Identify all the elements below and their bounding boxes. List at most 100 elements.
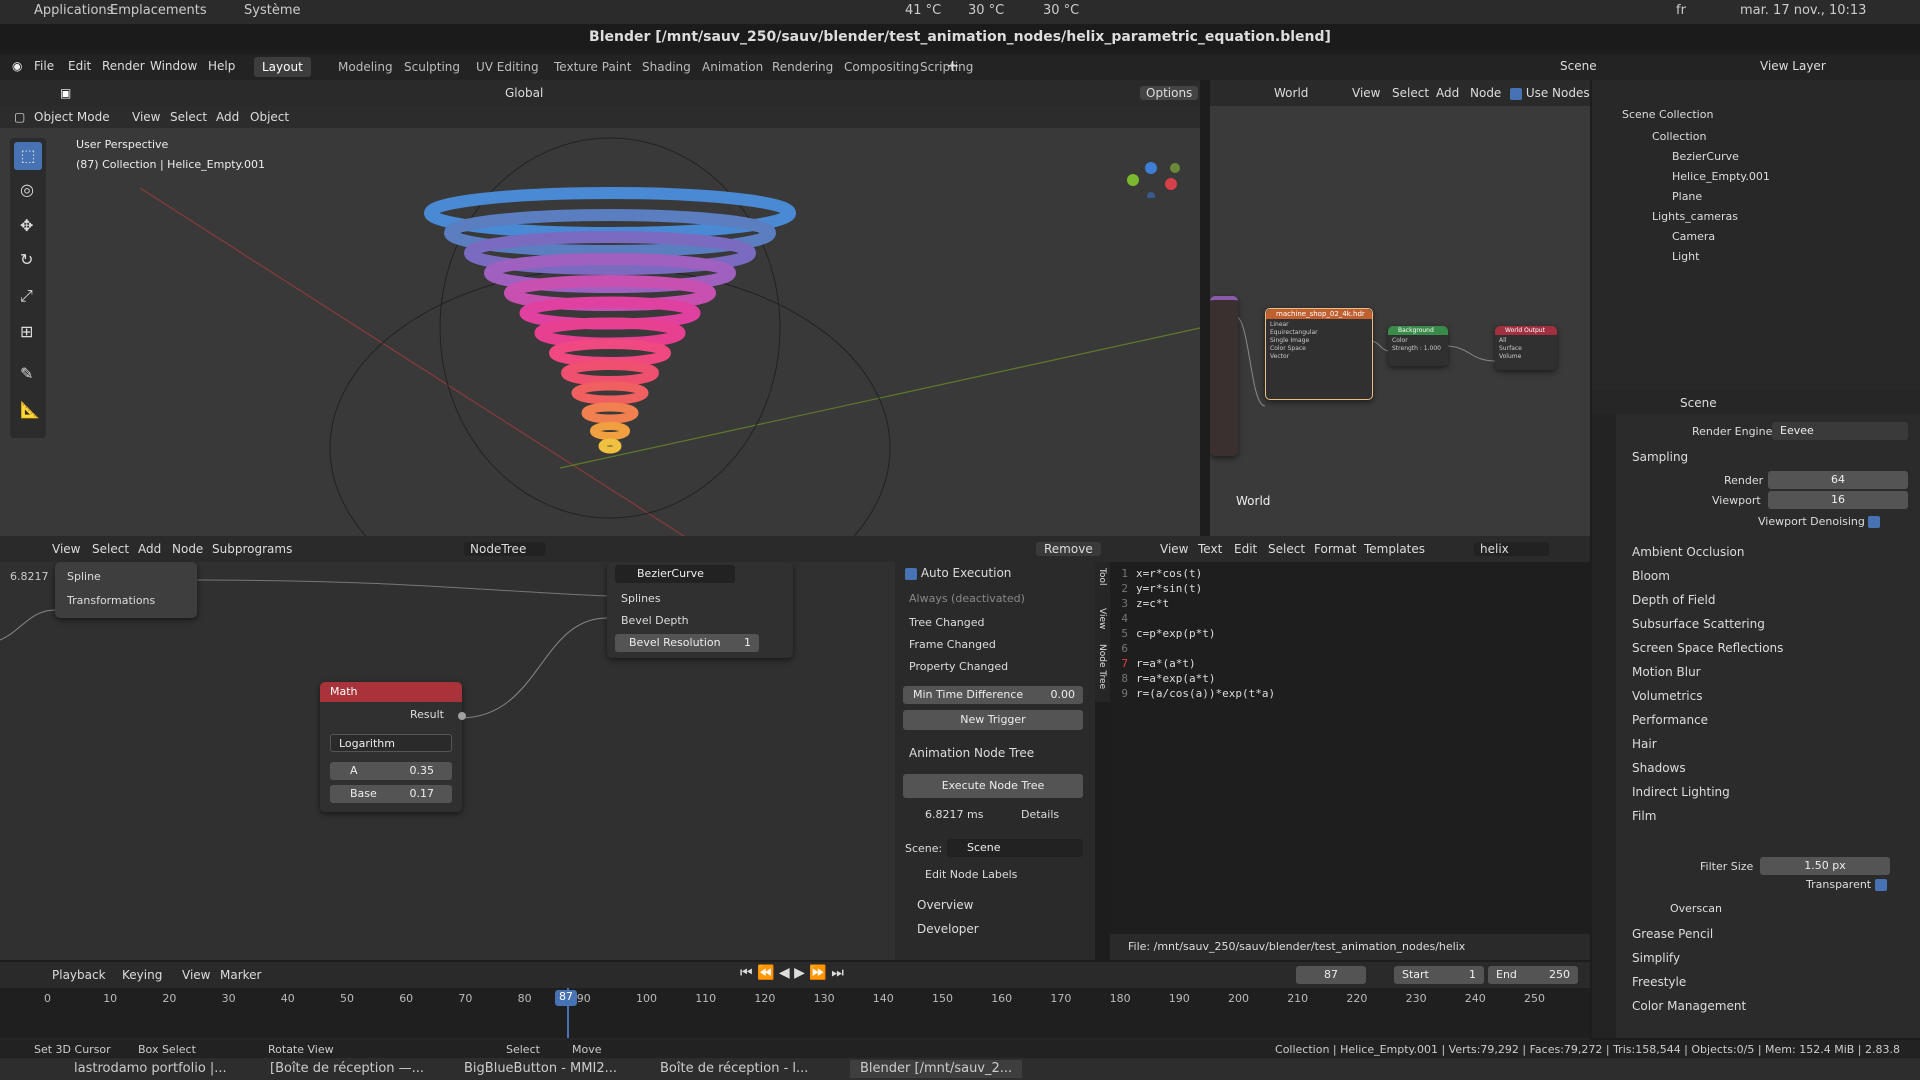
transform-tool-icon[interactable]: ⊞ xyxy=(20,322,33,341)
text-menu-text[interactable]: Text xyxy=(1198,542,1222,556)
environment-texture-node[interactable]: machine_shop_02_4k.hdr Linear Equirectan… xyxy=(1265,308,1373,400)
outliner-item-helice-empty[interactable]: Helice_Empty.001 xyxy=(1672,170,1770,183)
object-mode-dropdown[interactable]: Object Mode xyxy=(34,110,110,124)
menu-edit[interactable]: Edit xyxy=(68,59,91,73)
menu-window[interactable]: Window xyxy=(150,59,197,73)
edit-node-labels-toggle[interactable]: Edit Node Labels xyxy=(925,868,1017,881)
menu-file[interactable]: File xyxy=(34,59,54,73)
bezier-curve-node[interactable]: BezierCurve Splines Bevel Depth Bevel Re… xyxy=(607,562,793,658)
system-menu[interactable]: Système xyxy=(244,3,300,18)
timeline-menu-marker[interactable]: Marker xyxy=(220,968,261,982)
math-a-field[interactable]: A 0.35 xyxy=(330,762,452,780)
rotate-tool-icon[interactable]: ↻ xyxy=(20,250,33,269)
transform-orientation[interactable]: Global xyxy=(505,86,543,100)
transparent-toggle[interactable]: Transparent xyxy=(1806,878,1887,891)
scene-selector-field[interactable]: Scene xyxy=(947,839,1083,857)
transparent-checkbox[interactable] xyxy=(1874,879,1887,891)
outliner-item-lights-cameras[interactable]: Lights_cameras xyxy=(1652,210,1738,223)
timeline-menu-playback[interactable]: Playback xyxy=(52,968,106,982)
node-tree-selector[interactable]: NodeTree xyxy=(464,542,547,556)
tab-view[interactable]: View xyxy=(1097,608,1107,629)
section-indirect-lighting[interactable]: Indirect Lighting xyxy=(1632,780,1912,804)
timeline-menu-keying[interactable]: Keying xyxy=(122,968,162,982)
task-item-blender[interactable]: Blender [/mnt/sauv_2... xyxy=(850,1060,1023,1078)
anim-menu-add[interactable]: Add xyxy=(138,542,161,556)
applications-menu[interactable]: Applications xyxy=(34,3,113,18)
viewport-menu-object[interactable]: Object xyxy=(250,110,289,124)
section-film[interactable]: Film xyxy=(1632,804,1912,828)
playback-controls[interactable]: ⏮ ⏪ ◀ ▶ ⏩ ⏭ xyxy=(740,965,844,981)
task-item-3[interactable]: BigBlueButton - MMI2... xyxy=(464,1060,617,1078)
shader-menu-select[interactable]: Select xyxy=(1392,86,1429,100)
scene-selector[interactable]: Scene xyxy=(1560,59,1597,73)
math-node[interactable]: Math Result Logarithm A 0.35 Base 0.17 xyxy=(320,682,466,812)
start-frame-field[interactable]: Start 1 xyxy=(1394,966,1484,984)
execute-node-tree-button[interactable]: Execute Node Tree xyxy=(903,774,1083,798)
anim-menu-view[interactable]: View xyxy=(52,542,80,556)
text-editor[interactable]: 1 x=r*cos(t) 2 y=r*sin(t) 3 z=c*t 4 5 c=p*ex… xyxy=(1110,562,1590,934)
annotate-tool-icon[interactable]: ✎ xyxy=(20,364,33,383)
current-frame-field[interactable]: 87 xyxy=(1296,966,1366,984)
sampling-section[interactable]: Sampling xyxy=(1632,450,1688,464)
anim-menu-select[interactable]: Select xyxy=(92,542,129,556)
add-workspace-icon[interactable]: + xyxy=(946,56,959,75)
section-freestyle[interactable]: Freestyle xyxy=(1632,970,1912,994)
animation-node-tree-section[interactable]: Animation Node Tree xyxy=(909,746,1034,760)
move-tool-icon[interactable]: ✥ xyxy=(20,216,33,235)
task-item-1[interactable]: lastrodamo portfolio |... xyxy=(74,1060,227,1078)
render-samples-field[interactable]: 64 xyxy=(1768,471,1908,489)
bevel-resolution-field[interactable]: Bevel Resolution 1 xyxy=(615,634,759,652)
section-volumetrics[interactable]: Volumetrics xyxy=(1632,684,1912,708)
section-ssr[interactable]: Screen Space Reflections xyxy=(1632,636,1912,660)
shader-menu-view[interactable]: View xyxy=(1352,86,1380,100)
tab-uv-editing[interactable]: UV Editing xyxy=(468,57,547,77)
tab-tool[interactable]: Tool xyxy=(1097,568,1107,585)
tab-texture-paint[interactable]: Texture Paint xyxy=(546,57,639,77)
end-frame-field[interactable]: End 250 xyxy=(1488,966,1578,984)
section-performance[interactable]: Performance xyxy=(1632,708,1912,732)
remove-button[interactable]: Remove xyxy=(1036,542,1101,556)
scale-tool-icon[interactable]: ⤢ xyxy=(20,286,33,306)
viewport-menu-add[interactable]: Add xyxy=(216,110,239,124)
tab-rendering[interactable]: Rendering xyxy=(764,57,841,77)
timeline-menu-view[interactable]: View xyxy=(182,968,210,982)
text-menu-select[interactable]: Select xyxy=(1268,542,1305,556)
outliner-item-plane[interactable]: Plane xyxy=(1672,190,1702,203)
viewport-denoising-checkbox[interactable] xyxy=(1868,516,1881,528)
view-layer-selector[interactable]: View Layer xyxy=(1760,59,1826,73)
outliner-item-camera[interactable]: Camera xyxy=(1672,230,1715,243)
outliner-item-light[interactable]: Light xyxy=(1672,250,1699,263)
overview-section[interactable]: Overview xyxy=(917,898,974,912)
clock[interactable]: mar. 17 nov., 10:13 xyxy=(1740,3,1866,18)
tab-layout[interactable]: Layout xyxy=(254,57,311,77)
background-node[interactable]: Background Color Strength : 1.000 xyxy=(1388,326,1448,366)
tab-node-tree[interactable]: Node Tree xyxy=(1097,644,1107,689)
timeline-ruler[interactable]: 0 10 20 30 40 50 60 70 80 90 100 110 120 130 140 150 160… xyxy=(0,988,1590,1038)
details-button[interactable]: Details xyxy=(1021,808,1059,821)
overscan-toggle[interactable]: Overscan xyxy=(1670,902,1722,915)
text-menu-templates[interactable]: Templates xyxy=(1364,542,1425,556)
language-indicator[interactable]: fr xyxy=(1676,3,1686,18)
use-nodes-checkbox[interactable] xyxy=(1510,87,1522,100)
new-trigger-button[interactable]: New Trigger xyxy=(903,710,1083,730)
section-hair[interactable]: Hair xyxy=(1632,732,1912,756)
places-menu[interactable]: Emplacements xyxy=(110,3,207,18)
section-depth-of-field[interactable]: Depth of Field xyxy=(1632,588,1912,612)
select-box-tool-icon[interactable]: ⬚ xyxy=(14,142,42,170)
min-time-difference-field[interactable]: Min Time Difference 0.00 xyxy=(903,686,1083,704)
developer-section[interactable]: Developer xyxy=(917,922,979,936)
text-menu-view[interactable]: View xyxy=(1160,542,1188,556)
section-simplify[interactable]: Simplify xyxy=(1632,946,1912,970)
math-result-socket[interactable] xyxy=(458,712,466,720)
section-subsurface-scattering[interactable]: Subsurface Scattering xyxy=(1632,612,1912,636)
viewport-menu-select[interactable]: Select xyxy=(170,110,207,124)
bezier-object-selector[interactable]: BezierCurve xyxy=(615,565,735,583)
frame-changed-toggle[interactable]: Frame Changed xyxy=(909,638,996,651)
property-changed-toggle[interactable]: Property Changed xyxy=(909,660,1008,673)
animation-nodes-editor[interactable]: 6.8217 Spline Transformations Math Resul… xyxy=(0,562,895,960)
text-menu-edit[interactable]: Edit xyxy=(1234,542,1257,556)
auto-execution-checkbox[interactable] xyxy=(905,567,917,580)
menu-help[interactable]: Help xyxy=(208,59,235,73)
math-operation-dropdown[interactable]: Logarithm xyxy=(330,734,452,752)
world-selector[interactable]: World xyxy=(1274,86,1308,100)
